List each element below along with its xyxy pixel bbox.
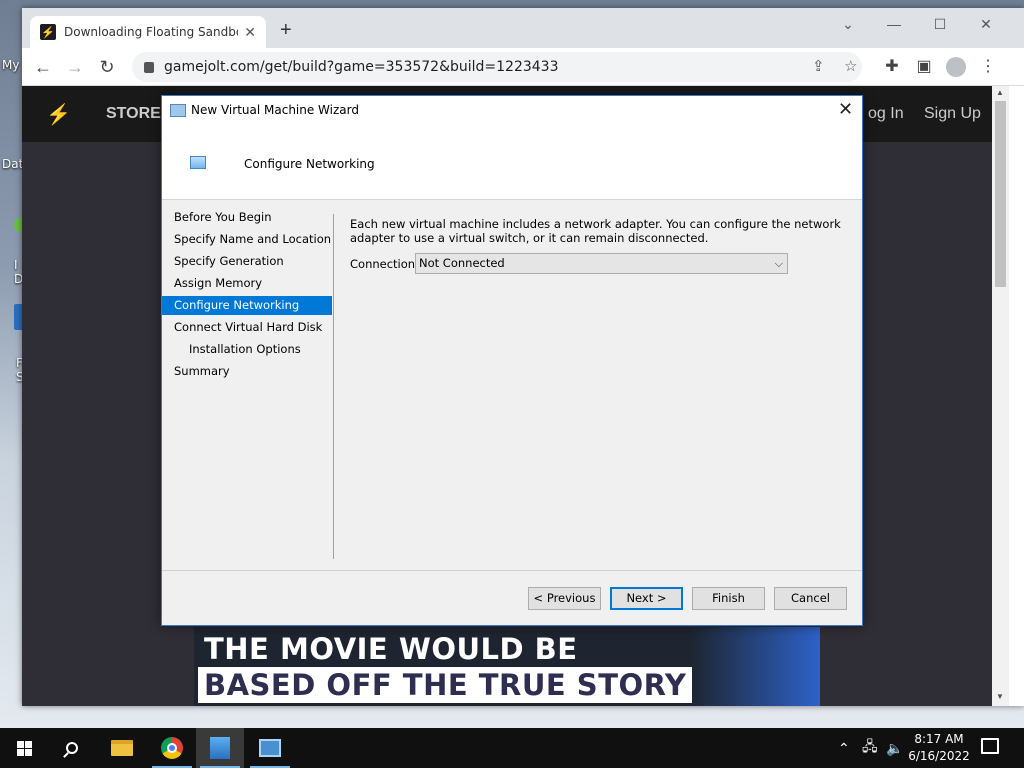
vm-connect-button[interactable]	[246, 728, 294, 768]
step-connect-vhd[interactable]: Connect Virtual Hard Disk	[162, 318, 332, 337]
menu-kebab-icon[interactable]: ⋮	[978, 57, 998, 77]
step-installation-options[interactable]: Installation Options	[162, 340, 332, 359]
step-configure-networking[interactable]: Configure Networking	[162, 296, 332, 315]
close-window-button[interactable]: ✕	[963, 12, 1009, 36]
dialog-close-icon[interactable]: ✕	[838, 99, 853, 120]
page-heading: Configure Networking	[244, 157, 375, 171]
desktop-icon-label[interactable]: Dat	[2, 157, 23, 171]
tab-bar: ⚡ Downloading Floating Sandbox ✕ + ⌄ — ☐…	[22, 8, 1024, 48]
dialog-title: New Virtual Machine Wizard	[191, 103, 359, 117]
video-caption-line2: BASED OFF THE TRUE STORY	[198, 667, 693, 703]
wizard-steps-nav: Before You Begin Specify Name and Locati…	[162, 200, 334, 560]
new-tab-button[interactable]: +	[280, 19, 292, 42]
step-summary[interactable]: Summary	[162, 362, 332, 381]
side-panel-icon[interactable]: ▣	[914, 57, 934, 77]
store-link[interactable]: STORE	[106, 105, 161, 123]
show-hidden-icons-icon[interactable]: ⌃	[838, 728, 850, 768]
step-specify-generation[interactable]: Specify Generation	[162, 252, 332, 271]
step-before-you-begin[interactable]: Before You Begin	[162, 208, 332, 227]
minimize-button[interactable]: —	[871, 12, 917, 36]
video-thumbnail[interactable]: THE MOVIE WOULD BE BASED OFF THE TRUE ST…	[194, 627, 820, 706]
lock-icon[interactable]	[144, 61, 154, 73]
car-image	[690, 627, 820, 706]
tab-search-icon[interactable]: ⌄	[825, 12, 871, 36]
notifications-icon[interactable]	[981, 738, 999, 754]
networking-description: Each new virtual machine includes a netw…	[350, 217, 841, 245]
chrome-icon	[161, 737, 183, 759]
gamejolt-logo-icon[interactable]: ⚡	[46, 102, 71, 127]
maximize-button[interactable]: ☐	[917, 12, 963, 36]
browser-toolbar: ← → ↻ gamejolt.com/get/build?game=353572…	[22, 48, 1024, 86]
step-assign-memory[interactable]: Assign Memory	[162, 274, 332, 293]
finish-button[interactable]: Finish	[692, 587, 765, 610]
connection-select-value: Not Connected	[419, 256, 505, 270]
scrollbar-thumb[interactable]	[995, 101, 1006, 287]
desktop-icon-label[interactable]: My	[2, 58, 19, 72]
hyperv-manager-icon	[210, 737, 230, 759]
extensions-puzzle-icon[interactable]: ✚	[882, 57, 902, 77]
virtual-machine-icon	[259, 739, 281, 757]
login-link[interactable]: og In	[868, 105, 904, 123]
network-icon[interactable]: 🖧	[862, 728, 878, 768]
address-bar[interactable]: gamejolt.com/get/build?game=353572&build…	[132, 52, 862, 82]
hyperv-manager-button[interactable]	[196, 728, 244, 768]
windows-logo-icon	[16, 740, 32, 756]
profile-avatar-icon[interactable]	[946, 57, 966, 77]
dialog-header: New Virtual Machine Wizard ✕ Configure N…	[162, 96, 862, 200]
volume-icon[interactable]: 🔈	[886, 728, 903, 768]
footer-divider	[162, 570, 862, 571]
folder-icon	[111, 740, 133, 756]
connection-label: Connection:	[350, 257, 419, 271]
network-page-icon	[190, 156, 206, 169]
system-clock[interactable]: 8:17 AM 6/16/2022	[904, 731, 974, 765]
search-button[interactable]	[48, 728, 96, 768]
tab-title: Downloading Floating Sandbox	[64, 25, 239, 39]
new-vm-wizard-dialog: New Virtual Machine Wizard ✕ Configure N…	[161, 95, 863, 626]
cancel-button[interactable]: Cancel	[774, 587, 847, 610]
chrome-button[interactable]	[148, 728, 196, 768]
start-button[interactable]	[0, 728, 48, 768]
page-scrollbar[interactable]: ▲ ▼	[992, 86, 1009, 706]
desktop-icon-label[interactable]: I	[14, 258, 18, 272]
url-text[interactable]: gamejolt.com/get/build?game=353572&build…	[164, 59, 559, 75]
signup-link[interactable]: Sign Up	[924, 105, 981, 123]
video-caption-line1: THE MOVIE WOULD BE	[204, 632, 578, 666]
hyperv-window-icon	[170, 104, 186, 117]
clock-time: 8:17 AM	[914, 732, 964, 746]
scroll-down-icon[interactable]: ▼	[996, 692, 1004, 701]
taskbar: ⌃ 🖧 🔈 8:17 AM 6/16/2022	[0, 728, 1024, 768]
forward-arrow-icon[interactable]: →	[62, 54, 88, 80]
nav-divider	[333, 214, 334, 559]
step-specify-name-location[interactable]: Specify Name and Location	[162, 230, 332, 249]
back-arrow-icon[interactable]: ←	[30, 54, 56, 80]
bookmark-star-icon[interactable]: ☆	[844, 57, 857, 75]
share-icon[interactable]: ⇪	[812, 57, 825, 75]
scroll-up-icon[interactable]: ▲	[996, 88, 1004, 97]
gamejolt-favicon-icon: ⚡	[40, 24, 56, 40]
search-icon	[66, 742, 78, 754]
file-explorer-button[interactable]	[98, 728, 146, 768]
next-button[interactable]: Next >	[610, 587, 683, 610]
previous-button[interactable]: < Previous	[528, 587, 601, 610]
clock-date: 6/16/2022	[908, 749, 970, 763]
tab-close-icon[interactable]: ✕	[244, 24, 256, 41]
connection-select[interactable]: Not Connected ⌵	[415, 253, 788, 274]
reload-icon[interactable]: ↻	[94, 54, 120, 80]
chevron-down-icon[interactable]: ⌵	[775, 254, 783, 273]
browser-tab[interactable]: ⚡ Downloading Floating Sandbox ✕	[30, 16, 266, 48]
